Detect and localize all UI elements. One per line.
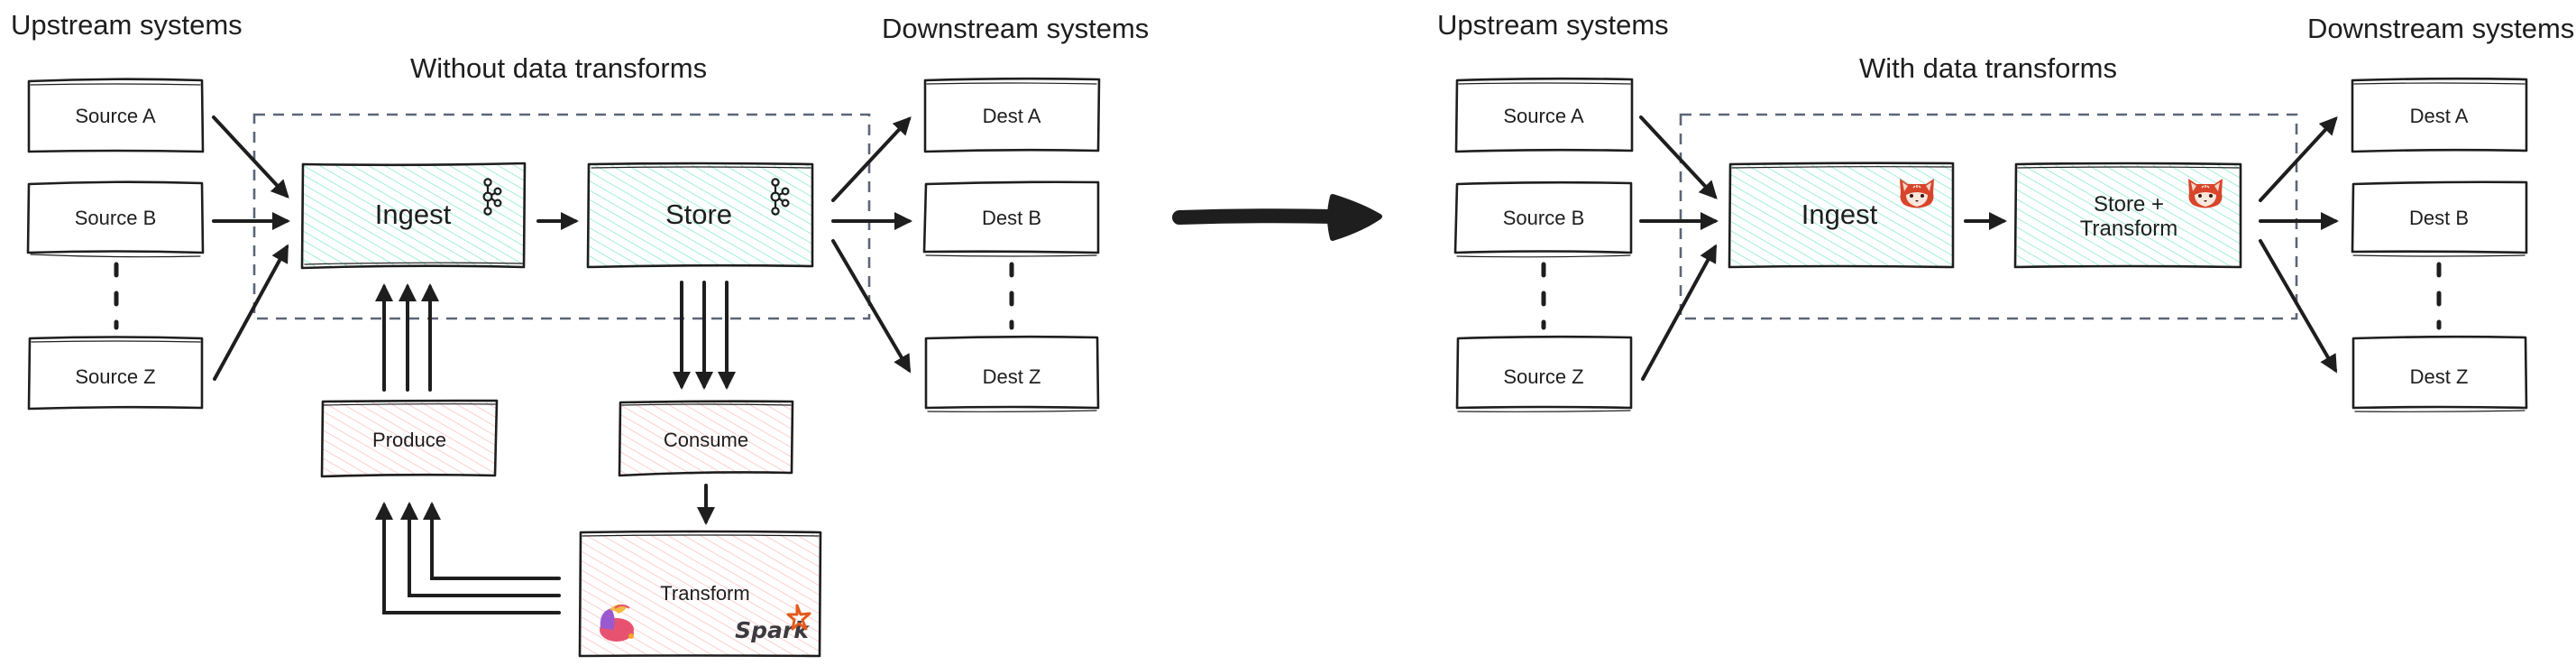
right-dest-z-label: Dest Z [2410,365,2469,388]
left-dest-z[interactable]: Dest Z [924,335,1100,412]
left-title: Without data transforms [410,52,707,84]
left-produce-box[interactable]: Produce [320,399,499,478]
arrow-transform-to-produce-3 [423,502,561,580]
left-source-z-label: Source Z [75,365,155,388]
left-dest-b-label: Dest B [982,207,1041,229]
left-downstream-label: Downstream systems [882,13,1149,44]
left-store-box[interactable]: Store [586,162,814,269]
arrow-r-store-to-dest-a [2259,116,2338,202]
right-source-b-label: Source B [1503,207,1585,229]
left-consume-label: Consume [664,429,748,451]
left-source-z[interactable]: Source Z [27,336,204,411]
left-dest-b[interactable]: Dest B [922,180,1100,257]
right-dest-z[interactable]: Dest Z [2351,335,2528,412]
left-dest-a-label: Dest A [983,105,1041,127]
arrow-right-icon [1172,194,1382,241]
right-store-transform-box[interactable]: Store + Transform [2013,162,2242,269]
right-source-a[interactable]: Source A [1454,77,1634,153]
right-dest-b-label: Dest B [2409,207,2469,229]
right-store-transform-label-1: Store + [2094,192,2164,217]
arrow-store-to-dest-a [831,116,912,202]
right-dest-a-label: Dest A [2410,105,2469,127]
arrow-r-source-z-to-ingest [1641,244,1717,381]
right-source-z-label: Source Z [1503,365,1583,388]
right-upstream-label: Upstream systems [1437,9,1669,41]
left-source-a-label: Source A [75,105,156,127]
right-dest-a[interactable]: Dest A [2351,77,2528,153]
left-ingest-label: Ingest [375,199,452,230]
right-title: With data transforms [1859,52,2117,84]
right-downstream-label: Downstream systems [2307,13,2574,44]
left-dest-z-label: Dest Z [983,365,1041,388]
arrow-source-z-to-ingest [213,244,289,381]
right-source-b[interactable]: Source B [1453,180,1633,258]
arrow-store-to-dest-z [831,239,912,374]
left-store-label: Store [665,199,732,230]
left-ingest-box[interactable]: Ingest [300,162,527,270]
spark-logo-text: Spark [735,617,810,643]
left-source-b[interactable]: Source B [26,180,205,258]
left-produce-label: Produce [372,429,446,451]
right-ingest-box[interactable]: Ingest [1728,162,1955,269]
diagram-canvas: Upstream systems Downstream systems With… [11,9,2574,658]
right-store-transform-label-2: Transform [2080,217,2177,241]
left-source-a[interactable]: Source A [27,78,205,153]
left-source-b-label: Source B [75,207,157,229]
left-transform-box[interactable]: Transform Spark [578,530,822,658]
arrow-r-source-a-to-ingest [1639,115,1718,199]
right-ingest-label: Ingest [1801,199,1878,230]
left-consume-box[interactable]: Consume [618,400,794,477]
right-dest-b[interactable]: Dest B [2351,180,2528,257]
right-source-z[interactable]: Source Z [1455,335,1633,412]
left-transform-label: Transform [660,582,749,605]
left-dest-a[interactable]: Dest A [923,77,1101,153]
left-upstream-label: Upstream systems [11,9,243,41]
right-source-a-label: Source A [1503,105,1584,127]
arrow-source-a-to-ingest [212,115,289,199]
arrow-r-store-to-dest-z [2259,239,2338,374]
